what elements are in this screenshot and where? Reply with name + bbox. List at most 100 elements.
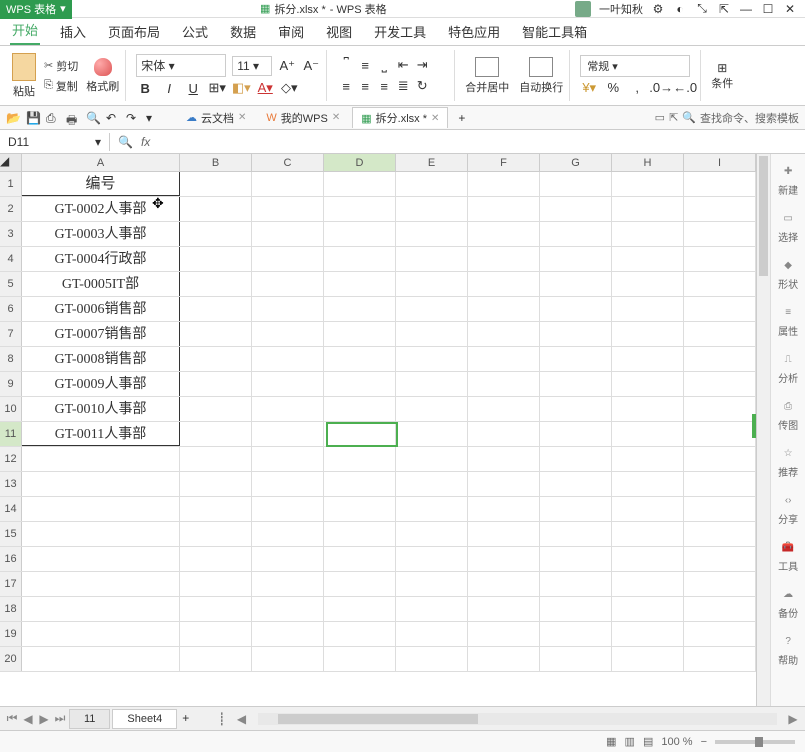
cell[interactable]: [324, 622, 396, 646]
cell[interactable]: [396, 397, 468, 421]
scroll-thumb[interactable]: [278, 714, 478, 724]
row-header[interactable]: 6: [0, 297, 22, 321]
cell[interactable]: [252, 472, 324, 496]
cell[interactable]: [540, 372, 612, 396]
settings-icon[interactable]: ⚙: [651, 2, 665, 16]
cell[interactable]: [180, 297, 252, 321]
align-center-icon[interactable]: ≡: [356, 77, 374, 95]
menu-home[interactable]: 开始: [10, 16, 40, 45]
cell[interactable]: [612, 447, 684, 471]
cell[interactable]: [468, 547, 540, 571]
menu-special[interactable]: 特色应用: [446, 18, 502, 45]
close-icon[interactable]: ✕: [783, 2, 797, 16]
menu-layout[interactable]: 页面布局: [106, 18, 162, 45]
cell[interactable]: [396, 622, 468, 646]
cell[interactable]: [252, 597, 324, 621]
cell[interactable]: [612, 522, 684, 546]
cell[interactable]: [468, 322, 540, 346]
wrap-button[interactable]: 自动换行: [519, 57, 563, 95]
cell[interactable]: [252, 572, 324, 596]
row-header[interactable]: 3: [0, 222, 22, 246]
menu-view[interactable]: 视图: [324, 18, 354, 45]
conditional-button[interactable]: ⊞ 条件: [711, 61, 733, 91]
cell[interactable]: [612, 347, 684, 371]
row-header[interactable]: 1: [0, 172, 22, 196]
paste-button[interactable]: 粘贴: [12, 53, 36, 99]
doc-tab-file[interactable]: ▦拆分.xlsx *✕: [352, 107, 448, 128]
clear-format-button[interactable]: ◇▾: [280, 79, 298, 97]
cell[interactable]: GT-0006销售部: [22, 297, 180, 321]
zoom-out-icon[interactable]: −: [701, 736, 707, 748]
cell[interactable]: [396, 197, 468, 221]
zoom-value[interactable]: 100 %: [661, 736, 692, 748]
scroll-right-icon[interactable]: ▶: [785, 711, 801, 727]
search-label[interactable]: 查找命令、搜索模板: [700, 110, 799, 126]
cell[interactable]: [468, 622, 540, 646]
cell[interactable]: [324, 172, 396, 196]
export-icon[interactable]: ⎙: [46, 111, 60, 125]
cell[interactable]: [684, 247, 756, 271]
redo-icon[interactable]: ↷: [126, 111, 140, 125]
cell[interactable]: GT-0004行政部: [22, 247, 180, 271]
copy-button[interactable]: ⎘复制: [44, 78, 78, 94]
italic-button[interactable]: I: [160, 79, 178, 97]
cell[interactable]: [396, 547, 468, 571]
row-header[interactable]: 16: [0, 547, 22, 571]
row-header[interactable]: 13: [0, 472, 22, 496]
row-header[interactable]: 12: [0, 447, 22, 471]
cell[interactable]: [684, 297, 756, 321]
cell[interactable]: [396, 172, 468, 196]
cell[interactable]: [396, 597, 468, 621]
side-item-形状[interactable]: ◆形状: [778, 256, 798, 291]
cell[interactable]: [396, 347, 468, 371]
cell[interactable]: [180, 247, 252, 271]
cell[interactable]: [324, 447, 396, 471]
align-right-icon[interactable]: ≡: [375, 77, 393, 95]
zoom-slider[interactable]: [715, 740, 795, 744]
decrease-font-icon[interactable]: A⁻: [302, 57, 320, 75]
zoom-thumb[interactable]: [755, 737, 763, 747]
side-item-工具[interactable]: 🧰工具: [778, 538, 798, 573]
open-icon[interactable]: 📂: [6, 111, 20, 125]
cell[interactable]: [684, 547, 756, 571]
cell[interactable]: [252, 372, 324, 396]
cell[interactable]: [684, 597, 756, 621]
cell[interactable]: [252, 172, 324, 196]
cell[interactable]: [22, 497, 180, 521]
cell[interactable]: [612, 222, 684, 246]
cell[interactable]: [22, 547, 180, 571]
cell[interactable]: [684, 172, 756, 196]
cell[interactable]: [684, 622, 756, 646]
cell[interactable]: [252, 522, 324, 546]
cell[interactable]: [324, 547, 396, 571]
cell[interactable]: [180, 547, 252, 571]
next-sheet-icon[interactable]: ▶: [36, 711, 52, 727]
cell[interactable]: [684, 272, 756, 296]
font-select[interactable]: 宋体 ▾: [136, 54, 226, 77]
side-item-新建[interactable]: ✚新建: [778, 162, 798, 197]
cell[interactable]: [684, 472, 756, 496]
cell[interactable]: [180, 522, 252, 546]
comma-icon[interactable]: ,: [628, 79, 646, 97]
side-item-推荐[interactable]: ☆推荐: [778, 444, 798, 479]
search-icon[interactable]: 🔍: [682, 111, 696, 124]
add-sheet-icon[interactable]: +: [182, 711, 198, 727]
menu-data[interactable]: 数据: [228, 18, 258, 45]
cell[interactable]: [684, 447, 756, 471]
cell[interactable]: [468, 422, 540, 446]
orientation-icon[interactable]: ↻: [413, 77, 431, 95]
cell[interactable]: [540, 547, 612, 571]
indent-right-icon[interactable]: ⇥: [413, 56, 431, 74]
side-item-帮助[interactable]: ?帮助: [778, 632, 798, 667]
cell[interactable]: [396, 222, 468, 246]
col-header-E[interactable]: E: [396, 154, 468, 171]
pin-icon[interactable]: ⇱: [717, 2, 731, 16]
align-bottom-icon[interactable]: ⎵: [375, 56, 393, 74]
format-painter-button[interactable]: 格式刷: [86, 58, 119, 94]
print-icon[interactable]: 🖶: [66, 111, 80, 125]
first-sheet-icon[interactable]: ⏮: [4, 711, 20, 727]
col-header-G[interactable]: G: [540, 154, 612, 171]
side-item-传图[interactable]: ⎙传图: [778, 397, 798, 432]
cell[interactable]: [468, 347, 540, 371]
row-header[interactable]: 9: [0, 372, 22, 396]
